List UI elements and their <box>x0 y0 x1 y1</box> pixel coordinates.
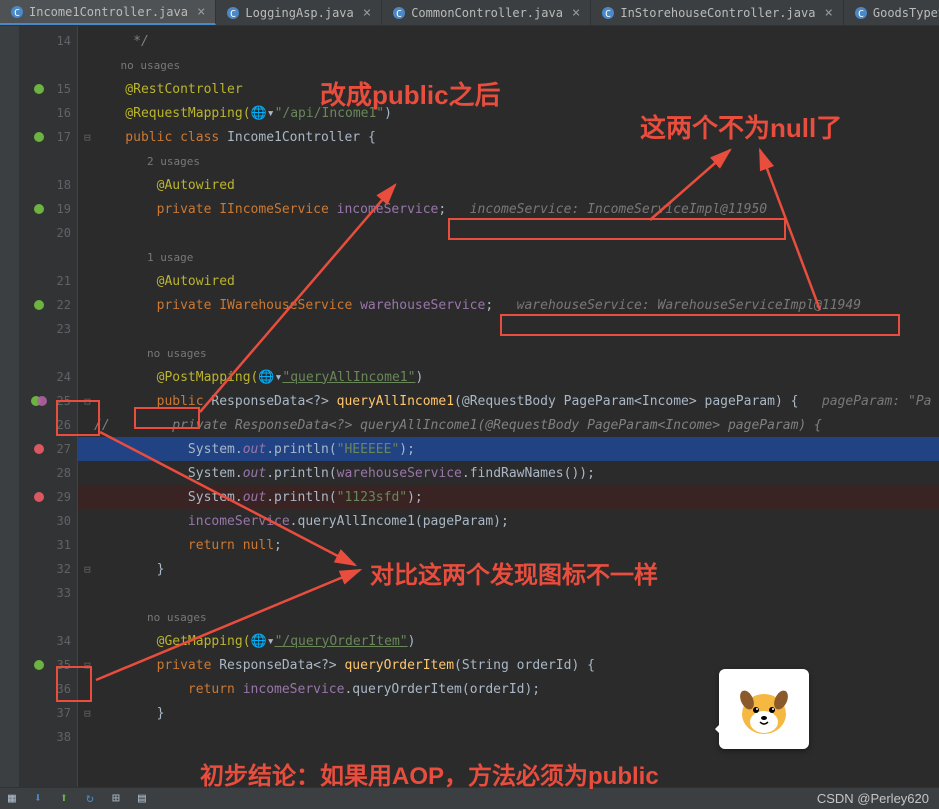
code-text: } <box>94 562 164 577</box>
line-number: 24 <box>51 370 71 384</box>
code-text: @RestController <box>94 82 243 97</box>
tab-loggingasp[interactable]: C LoggingAsp.java × <box>216 0 382 25</box>
line-number: 14 <box>51 34 71 48</box>
line-number: 30 <box>51 514 71 528</box>
breakpoint-icon[interactable] <box>31 441 47 457</box>
usages-hint[interactable]: 2 usages <box>94 155 200 168</box>
usages-hint[interactable]: no usages <box>94 611 207 624</box>
code-text: @Autowired <box>94 178 235 193</box>
usages-hint[interactable]: no usages <box>94 59 180 72</box>
line-number: 32 <box>51 562 71 576</box>
svg-text:C: C <box>396 9 402 20</box>
breakpoint-icon[interactable] <box>31 489 47 505</box>
code-text: @Autowired <box>94 274 235 289</box>
toolwindow-icon[interactable]: ▦ <box>8 791 24 807</box>
tab-commoncontroller[interactable]: C CommonController.java × <box>382 0 591 25</box>
line-number: 25 <box>51 394 71 408</box>
line-number: 22 <box>51 298 71 312</box>
dog-sticker <box>719 669 809 749</box>
svg-text:C: C <box>605 9 611 20</box>
java-class-icon: C <box>392 6 406 20</box>
spring-bean-icon[interactable] <box>31 201 47 217</box>
svg-text:C: C <box>858 9 864 20</box>
code-editor[interactable]: */ no usages @RestController @RequestMap… <box>78 26 939 787</box>
code-text: // private ResponseData<?> queryAllIncom… <box>94 418 822 433</box>
code-text: } <box>94 706 164 721</box>
refresh-icon[interactable]: ↻ <box>86 791 102 807</box>
svg-text:C: C <box>14 8 20 19</box>
database-icon[interactable]: ▤ <box>138 791 154 807</box>
tab-label: LoggingAsp.java <box>245 6 353 20</box>
spring-endpoint-icon[interactable] <box>31 393 47 409</box>
tab-instorehouse[interactable]: C InStorehouseController.java × <box>591 0 844 25</box>
line-number: 38 <box>51 730 71 744</box>
globe-icon[interactable]: 🌐▾ <box>251 634 275 649</box>
line-number: 36 <box>51 682 71 696</box>
tab-label: Income1Controller.java <box>29 5 188 19</box>
line-number: 19 <box>51 202 71 216</box>
line-number: 37 <box>51 706 71 720</box>
java-class-icon: C <box>226 6 240 20</box>
close-icon[interactable]: × <box>824 5 832 21</box>
tab-label: CommonController.java <box>411 6 563 20</box>
line-number: 27 <box>51 442 71 456</box>
spring-bean-icon[interactable] <box>31 657 47 673</box>
tab-income1controller[interactable]: C Income1Controller.java × <box>0 0 216 25</box>
code-text: */ <box>94 34 149 49</box>
java-class-icon: C <box>854 6 868 20</box>
line-number: 34 <box>51 634 71 648</box>
close-icon[interactable]: × <box>572 5 580 21</box>
debug-inline-value: incomeService: IncomeServiceImpl@11950 <box>446 202 767 217</box>
java-class-icon: C <box>10 5 24 19</box>
close-icon[interactable]: × <box>197 4 205 20</box>
line-number: 20 <box>51 226 71 240</box>
line-number: 23 <box>51 322 71 336</box>
line-number: 29 <box>51 490 71 504</box>
status-bar: ▦ ⬇ ⬆ ↻ ⊞ ▤ <box>0 787 939 809</box>
spring-bean-icon[interactable] <box>31 129 47 145</box>
line-number: 35 <box>51 658 71 672</box>
spring-bean-icon[interactable] <box>31 81 47 97</box>
line-number: 17 <box>51 130 71 144</box>
globe-icon[interactable]: 🌐▾ <box>258 370 282 385</box>
toolwindow-icon[interactable]: ⊞ <box>112 791 128 807</box>
tab-label: GoodsTypeServiceImpl.java <box>873 6 939 20</box>
line-number: 15 <box>51 82 71 96</box>
editor-tabs-bar: C Income1Controller.java × C LoggingAsp.… <box>0 0 939 26</box>
tab-label: InStorehouseController.java <box>620 6 815 20</box>
java-class-icon: C <box>601 6 615 20</box>
debug-inline-value: warehouseService: WarehouseServiceImpl@1… <box>493 298 861 313</box>
line-number: 18 <box>51 178 71 192</box>
code-text: @RequestMapping( <box>94 106 251 121</box>
line-number: 28 <box>51 466 71 480</box>
usages-hint[interactable]: 1 usage <box>94 251 193 264</box>
tool-windows-sidebar <box>0 26 20 787</box>
line-number: 31 <box>51 538 71 552</box>
vcs-icon[interactable]: ⬇ <box>34 791 50 807</box>
spring-bean-icon[interactable] <box>31 297 47 313</box>
tab-goodstype[interactable]: C GoodsTypeServiceImpl.java <box>844 0 939 25</box>
svg-text:C: C <box>230 9 236 20</box>
editor-gutter: 14 15 16 17 18 19 20 21 22 23 24 25 26 2… <box>20 26 78 787</box>
globe-icon[interactable]: 🌐▾ <box>251 106 275 121</box>
watermark: CSDN @Perley620 <box>817 791 929 806</box>
line-number: 21 <box>51 274 71 288</box>
close-icon[interactable]: × <box>363 5 371 21</box>
line-number: 16 <box>51 106 71 120</box>
vcs-icon[interactable]: ⬆ <box>60 791 76 807</box>
usages-hint[interactable]: no usages <box>94 347 207 360</box>
line-number: 26 <box>51 418 71 432</box>
line-number: 33 <box>51 586 71 600</box>
